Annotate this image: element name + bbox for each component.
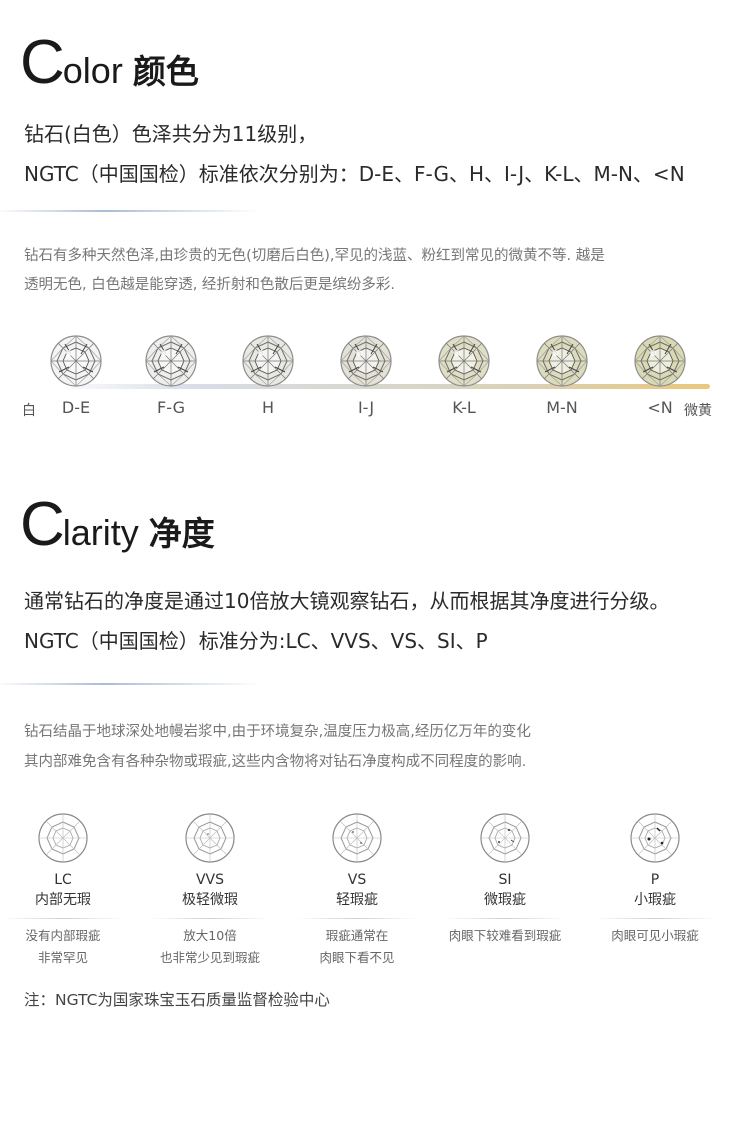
clarity-name: 极轻微瑕 (182, 892, 238, 908)
diamond-icon (144, 334, 198, 388)
clarity-heading: C larity 净度 (20, 494, 215, 556)
clarity-grade-item: P 小瑕疵肉眼可见小瑕疵 (590, 812, 720, 947)
clarity-heading-cap: C (20, 490, 65, 559)
clarity-desc-line-1: 钻石结晶于地球深处地幔岩浆中,由于环境复杂,温度压力极高,经历亿万年的变化 (24, 724, 531, 740)
clarity-heading-cn: 净度 (148, 514, 215, 553)
clarity-code: VS (347, 872, 367, 888)
clarity-desc-line-2: 其内部难免含有各种杂物或瑕疵,这些内含物将对钻石净度构成不同程度的影响. (24, 754, 527, 770)
diamond-outline-icon (480, 813, 530, 863)
diamond-icon (437, 334, 491, 388)
clarity-desc-1: 瑕疵通常在 (325, 928, 389, 943)
clarity-grade-item: VS 轻瑕疵瑕疵通常在肉眼下看不见 (292, 812, 422, 969)
color-grade-label: I-J (357, 398, 375, 417)
color-grade-label: K-L (452, 398, 476, 417)
color-heading: C olor 颜色 (20, 32, 199, 94)
diamond-icon (633, 334, 687, 388)
clarity-name: 微瑕疵 (484, 892, 526, 908)
clarity-name: 轻瑕疵 (336, 892, 378, 908)
clarity-item-divider (150, 918, 270, 919)
clarity-desc-1: 肉眼可见小瑕疵 (611, 928, 699, 943)
color-grade-label: F-G (157, 398, 185, 417)
clarity-item-divider (297, 918, 417, 919)
clarity-desc-1: 肉眼下较难看到瑕疵 (448, 928, 562, 943)
diamond-outline-icon (185, 813, 235, 863)
clarity-item-divider (445, 918, 565, 919)
diamond-outline-icon (630, 813, 680, 863)
color-intro-line-2: NGTC（中国国检）标准依次分别为：D-E、F-G、H、I-J、K-L、M-N、… (24, 162, 685, 186)
clarity-desc-1: 放大10倍 (183, 928, 237, 943)
clarity-intro-line-1: 通常钻石的净度是通过10倍放大镜观察钻石，从而根据其净度进行分级。 (24, 589, 670, 613)
color-grade-label: H (261, 398, 275, 417)
clarity-desc-1: 没有内部瑕疵 (25, 928, 101, 943)
clarity-code: VVS (195, 872, 225, 888)
yellowish-label: 微黄 (684, 403, 712, 419)
clarity-divider (0, 683, 260, 685)
clarity-item-divider (3, 918, 123, 919)
diamond-outline-icon (38, 813, 88, 863)
clarity-desc-2: 非常罕见 (37, 950, 88, 965)
clarity-grade-item: SI 微瑕疵肉眼下较难看到瑕疵 (440, 812, 570, 947)
color-desc-line-1: 钻石有多种天然色泽,由珍贵的无色(切磨后白色),罕见的浅蓝、粉红到常见的微黄不等… (24, 248, 605, 264)
color-heading-cn: 颜色 (132, 52, 199, 91)
clarity-desc-2: 也非常少见到瑕疵 (159, 950, 260, 965)
white-label: 白 (22, 403, 36, 419)
diamond-icon (49, 334, 103, 388)
footnote: 注：NGTC为国家珠宝玉石质量监督检验中心 (24, 991, 330, 1009)
clarity-name: 内部无瑕 (35, 892, 91, 908)
clarity-code: LC (54, 872, 72, 888)
diamond-icon (241, 334, 295, 388)
clarity-item-divider (595, 918, 715, 919)
diamond-icon (339, 334, 393, 388)
clarity-code: SI (498, 872, 512, 888)
clarity-intro-line-2: NGTC（中国国检）标准分为:LC、VVS、VS、SI、P (24, 629, 488, 653)
clarity-name: 小瑕疵 (634, 892, 676, 908)
clarity-grade-item: VVS 极轻微瑕放大10倍也非常少见到瑕疵 (145, 812, 275, 969)
color-grade-label: D-E (61, 398, 91, 417)
diamond-icon (535, 334, 589, 388)
clarity-grade-item: LC 内部无瑕没有内部瑕疵 非常罕见 (0, 812, 128, 969)
color-desc-line-2: 透明无色, 白色越是能穿透, 经折射和色散后更是缤纷多彩. (24, 277, 396, 293)
color-grade-label: M-N (546, 398, 578, 417)
clarity-heading-rest: larity (62, 512, 139, 553)
diamond-outline-icon (332, 813, 382, 863)
color-divider (0, 210, 260, 212)
color-intro-line-1: 钻石(白色）色泽共分为11级别， (24, 122, 318, 146)
clarity-desc-2: 肉眼下看不见 (319, 950, 395, 965)
color-heading-cap: C (20, 28, 65, 97)
color-heading-rest: olor (62, 50, 123, 91)
clarity-code: P (650, 872, 660, 888)
